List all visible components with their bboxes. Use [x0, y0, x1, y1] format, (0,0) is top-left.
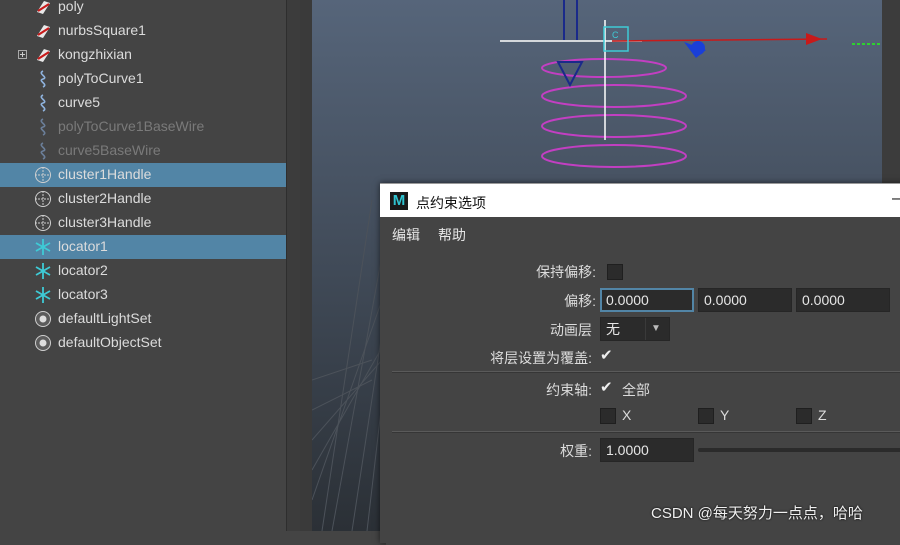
menu-help[interactable]: 帮助: [438, 225, 466, 245]
outliner-item[interactable]: nurbsSquare1: [0, 19, 286, 43]
anim-layer-label: 动画层: [550, 322, 592, 338]
dialog-title: 点约束选项: [416, 195, 486, 211]
watermark: CSDN @每天努力一点点，哈哈: [651, 505, 863, 522]
outliner-item-label: cluster1Handle: [58, 166, 152, 182]
weight-field[interactable]: 1.0000: [600, 438, 694, 462]
outliner-item[interactable]: polyToCurve1BaseWire: [0, 115, 286, 139]
curve-icon: [34, 118, 52, 136]
outliner-item-label: poly: [58, 0, 84, 14]
constraint-axes-label: 约束轴:: [546, 382, 592, 398]
manip-z-handle[interactable]: [691, 41, 705, 55]
dialog-titlebar[interactable]: M 点约束选项 –: [380, 183, 900, 218]
outliner-item-label: nurbsSquare1: [58, 22, 146, 38]
outliner-item-label: cluster3Handle: [58, 214, 152, 230]
outliner-item[interactable]: curve5BaseWire: [0, 139, 286, 163]
helix-curve[interactable]: [541, 58, 687, 168]
poly-icon: [34, 0, 52, 16]
anim-layer-value: 无: [606, 321, 620, 337]
cluster-icon: [34, 190, 52, 208]
outliner-item-label: defaultObjectSet: [58, 334, 162, 350]
locator-icon: [34, 286, 52, 304]
offset-z-field[interactable]: 0.0000: [796, 288, 890, 312]
curve-icon: [34, 70, 52, 88]
outliner-item[interactable]: poly: [0, 0, 286, 19]
manip-center-glyph: C: [612, 30, 619, 40]
maintain-offset-checkbox[interactable]: [607, 264, 623, 280]
offset-label: 偏移:: [564, 293, 596, 309]
outliner-item[interactable]: cluster1Handle: [0, 163, 286, 187]
outliner-item[interactable]: locator3: [0, 283, 286, 307]
outliner-item-label: polyToCurve1: [58, 70, 144, 86]
outliner-item-label: locator2: [58, 262, 108, 278]
axis-z-label: Z: [818, 407, 827, 423]
outliner-panel: poly nurbsSquare1 kongzhixian polyToCurve1 c…: [0, 0, 286, 531]
dialog-menubar: 编辑 帮助: [380, 217, 900, 249]
set-layer-override-checkbox[interactable]: ✔: [600, 346, 613, 364]
maya-app-icon: M: [390, 192, 408, 210]
all-axes-checkbox[interactable]: ✔: [600, 378, 613, 396]
axis-x-label: X: [622, 407, 632, 423]
outliner-item-label: locator3: [58, 286, 108, 302]
separator: [392, 371, 900, 373]
maintain-offset-label: 保持偏移:: [536, 264, 596, 280]
outliner-item[interactable]: cluster3Handle: [0, 211, 286, 235]
cluster-icon: [34, 214, 52, 232]
offset-y-field[interactable]: 0.0000: [698, 288, 792, 312]
outliner-item[interactable]: locator2: [0, 259, 286, 283]
outliner-item[interactable]: cluster2Handle: [0, 187, 286, 211]
anim-layer-dropdown[interactable]: 无 ▼: [600, 317, 670, 341]
point-constraint-options-dialog: M 点约束选项 – 编辑 帮助 保持偏移: 偏移: 0.0000 0.0000 …: [380, 183, 900, 545]
outliner-item-label: polyToCurve1BaseWire: [58, 118, 205, 134]
separator: [392, 431, 900, 433]
curve-icon: [34, 142, 52, 160]
outliner-item[interactable]: defaultObjectSet: [0, 331, 286, 355]
outliner-item-label: cluster2Handle: [58, 190, 152, 206]
weight-label: 权重:: [560, 443, 592, 459]
axis-y-checkbox[interactable]: [698, 408, 714, 424]
outliner-item[interactable]: kongzhixian: [0, 43, 286, 67]
manip-x-arrow[interactable]: [806, 33, 822, 45]
dropdown-divider: [645, 318, 646, 340]
curve-icon: [34, 94, 52, 112]
all-axes-label: 全部: [622, 382, 650, 398]
outliner-item[interactable]: polyToCurve1: [0, 67, 286, 91]
outliner-item-label: curve5: [58, 94, 101, 110]
outliner-item-label: defaultLightSet: [58, 310, 152, 326]
outliner-item-label: kongzhixian: [58, 46, 132, 62]
expand-icon[interactable]: [18, 50, 27, 59]
set-icon: [34, 334, 52, 352]
outliner-item[interactable]: locator1: [0, 235, 286, 259]
locator-icon: [34, 262, 52, 280]
manip-x-axis[interactable]: [611, 38, 828, 42]
locator-icon: [34, 238, 52, 256]
panel-divider[interactable]: [286, 0, 301, 531]
outliner-item-label: curve5BaseWire: [58, 142, 161, 158]
manip-cone: [556, 61, 584, 88]
offset-x-field[interactable]: 0.0000: [600, 288, 694, 312]
cluster-icon: [34, 166, 52, 184]
nurbs-curve-icon: [34, 22, 52, 40]
weight-slider-track[interactable]: [698, 448, 900, 452]
set-layer-override-label: 将层设置为覆盖:: [490, 350, 592, 366]
chevron-down-icon: ▼: [651, 323, 661, 334]
axis-y-label: Y: [720, 407, 730, 423]
outliner-item[interactable]: curve5: [0, 91, 286, 115]
menu-edit[interactable]: 编辑: [392, 225, 420, 245]
outliner-item-label: locator1: [58, 238, 108, 254]
axis-x-checkbox[interactable]: [600, 408, 616, 424]
axis-z-checkbox[interactable]: [796, 408, 812, 424]
outliner-item[interactable]: defaultLightSet: [0, 307, 286, 331]
nurbs-curve-icon: [34, 46, 52, 64]
set-icon: [34, 310, 52, 328]
minimize-button[interactable]: –: [892, 190, 900, 208]
